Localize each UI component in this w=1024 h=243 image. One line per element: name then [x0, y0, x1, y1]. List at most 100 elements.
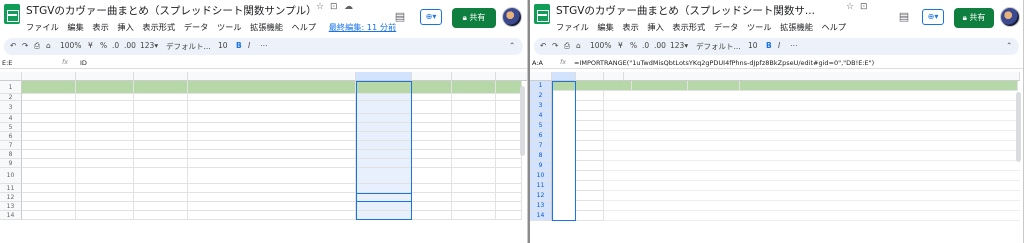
table-cell[interactable] [76, 132, 134, 141]
italic-icon[interactable]: I [248, 41, 250, 50]
table-cell[interactable] [22, 184, 76, 193]
table-cell[interactable] [496, 193, 522, 202]
table-cell[interactable] [76, 94, 134, 101]
table-cell[interactable] [452, 114, 496, 123]
paint-format-icon[interactable]: ⌂ [576, 41, 581, 50]
star-icon[interactable]: ☆ [846, 2, 854, 12]
menu-edit[interactable]: 編集 [67, 22, 83, 32]
column-header-f[interactable] [412, 72, 452, 81]
table-cell[interactable] [134, 141, 188, 150]
table-cell[interactable] [452, 150, 496, 159]
avatar[interactable] [1000, 7, 1020, 27]
row-number[interactable]: 7 [530, 141, 552, 151]
menu-data[interactable]: データ [714, 22, 739, 32]
table-cell[interactable] [356, 193, 412, 202]
decrease-decimal-button[interactable]: .0 [112, 41, 119, 50]
table-cell[interactable] [576, 101, 604, 111]
row-number[interactable]: 14 [530, 211, 552, 221]
table-cell[interactable] [76, 193, 134, 202]
table-cell[interactable] [188, 94, 356, 101]
menu-tools[interactable]: ツール [747, 22, 772, 32]
table-cell[interactable] [356, 101, 412, 114]
table-cell[interactable] [552, 141, 576, 151]
table-cell[interactable] [552, 181, 576, 191]
table-cell[interactable] [188, 123, 356, 132]
table-cell[interactable] [134, 150, 188, 159]
vertical-scrollbar[interactable] [1016, 92, 1021, 162]
increase-decimal-button[interactable]: .00 [654, 41, 666, 50]
print-icon[interactable]: ⎙ [564, 41, 570, 51]
menu-extensions[interactable]: 拡張機能 [250, 22, 283, 32]
row-number[interactable]: 8 [0, 150, 22, 159]
table-cell[interactable] [452, 132, 496, 141]
row-number[interactable]: 13 [530, 201, 552, 211]
table-cell[interactable] [134, 114, 188, 123]
table-cell[interactable] [22, 114, 76, 123]
table-cell[interactable] [76, 141, 134, 150]
table-cell[interactable] [604, 151, 1020, 161]
sheets-logo-icon[interactable] [534, 4, 550, 24]
table-cell[interactable] [552, 131, 576, 141]
row-number[interactable]: 10 [0, 168, 22, 184]
row-number[interactable]: 10 [530, 171, 552, 181]
comment-history-icon[interactable]: ▤ [896, 9, 912, 25]
menu-edit[interactable]: 編集 [597, 22, 613, 32]
table-cell[interactable] [412, 141, 452, 150]
table-cell[interactable] [134, 94, 188, 101]
table-cell[interactable] [604, 141, 1020, 151]
header-cell[interactable] [688, 81, 740, 91]
share-button[interactable]: 🔒︎ 共有 [954, 8, 994, 28]
header-cell[interactable] [188, 81, 356, 94]
menu-help[interactable]: ヘルプ [292, 22, 317, 32]
table-cell[interactable] [188, 193, 356, 202]
font-select[interactable]: デフォルト... [696, 41, 741, 52]
row-number[interactable]: 9 [530, 161, 552, 171]
avatar[interactable] [502, 7, 522, 27]
select-all-corner[interactable] [530, 72, 552, 81]
table-cell[interactable] [496, 159, 522, 168]
table-cell[interactable] [496, 141, 522, 150]
table-cell[interactable] [452, 202, 496, 211]
name-box[interactable]: A:A [532, 59, 543, 67]
currency-button[interactable]: ¥ [88, 41, 93, 50]
table-cell[interactable] [22, 159, 76, 168]
table-cell[interactable] [356, 123, 412, 132]
table-cell[interactable] [496, 168, 522, 184]
table-cell[interactable] [188, 132, 356, 141]
table-cell[interactable] [552, 121, 576, 131]
table-cell[interactable] [76, 101, 134, 114]
font-size-input[interactable]: 10 [218, 41, 228, 50]
row-number[interactable]: 11 [530, 181, 552, 191]
table-cell[interactable] [356, 150, 412, 159]
table-cell[interactable] [356, 114, 412, 123]
table-cell[interactable] [134, 132, 188, 141]
table-cell[interactable] [22, 150, 76, 159]
name-box[interactable]: E:E [2, 59, 12, 67]
table-cell[interactable] [496, 132, 522, 141]
collapse-toolbar-icon[interactable]: ⌃ [1006, 41, 1012, 50]
row-number[interactable]: 3 [0, 101, 22, 114]
zoom-select[interactable]: 100% [590, 41, 611, 50]
row-number[interactable]: 6 [530, 131, 552, 141]
menu-format[interactable]: 表示形式 [142, 22, 175, 32]
table-cell[interactable] [412, 159, 452, 168]
star-icon[interactable]: ☆ [316, 2, 324, 12]
menu-extensions[interactable]: 拡張機能 [780, 22, 813, 32]
table-cell[interactable] [496, 81, 522, 94]
table-cell[interactable] [134, 101, 188, 114]
table-cell[interactable] [76, 168, 134, 184]
menu-insert[interactable]: 挿入 [647, 22, 663, 32]
row-number[interactable]: 1 [0, 81, 22, 94]
row-number[interactable]: 8 [530, 151, 552, 161]
percent-button[interactable]: % [100, 41, 107, 50]
column-header-a[interactable] [22, 72, 76, 81]
table-cell[interactable] [604, 121, 1020, 131]
header-cell[interactable] [76, 81, 134, 94]
table-cell[interactable] [604, 211, 1020, 221]
row-number[interactable]: 12 [530, 191, 552, 201]
table-cell[interactable] [22, 123, 76, 132]
table-cell[interactable] [552, 201, 576, 211]
table-cell[interactable] [356, 94, 412, 101]
table-cell[interactable] [576, 191, 604, 201]
table-cell[interactable] [576, 151, 604, 161]
